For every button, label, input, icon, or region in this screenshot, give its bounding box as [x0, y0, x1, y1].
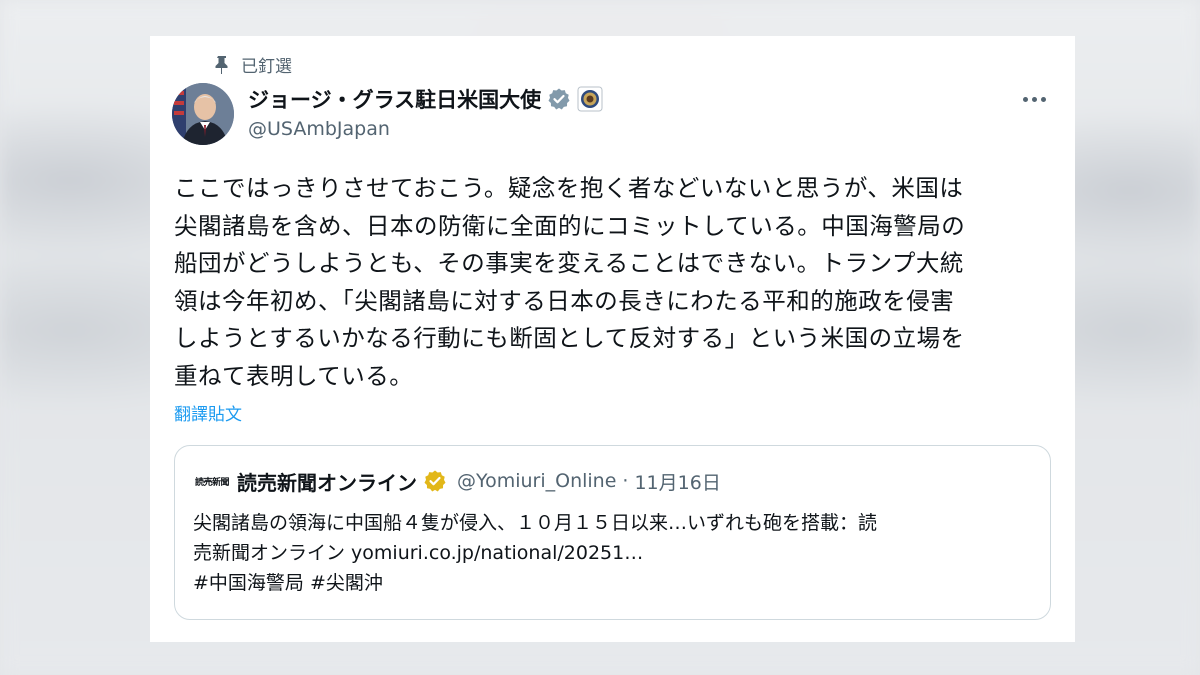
quoted-text-line: 尖閣諸島の領海に中国船４隻が侵入、１０月１５日以来…いずれも砲を搭載：読: [193, 512, 878, 534]
quoted-tweet-text: 尖閣諸島の領海に中国船４隻が侵入、１０月１５日以来…いずれも砲を搭載：読 売新聞…: [193, 508, 1033, 598]
quoted-date: 11月16日: [634, 471, 721, 494]
tweet-text-line: 船団がどうしようとも、その事実を変えることはできない。トランプ大統: [174, 249, 964, 277]
quoted-author-handle: @Yomiuri_Online: [457, 470, 617, 492]
quoted-tweet-header: 読売新聞 読売新聞オンライン @Yomiuri_Online · 11月16日: [193, 466, 721, 496]
pinned-label: 已釘選: [241, 56, 292, 77]
verified-badge-icon: [548, 88, 570, 110]
quoted-text-line: #中国海警局 #尖閣沖: [193, 572, 383, 594]
tweet-card[interactable]: 已釘選 ジョージ・グラス駐日米国大使 @USAmbJapan ここではっきりさせ…: [150, 36, 1075, 642]
yomiuri-logo: 読売新聞: [194, 477, 230, 488]
quoted-author-name: 読売新聞オンライン: [237, 470, 417, 495]
avatar[interactable]: [172, 83, 234, 145]
us-embassy-seal-icon[interactable]: [577, 86, 603, 112]
author-name-row: ジョージ・グラス駐日米国大使: [248, 84, 603, 114]
author-display-name[interactable]: ジョージ・グラス駐日米国大使: [248, 84, 541, 114]
dot-separator: ·: [622, 470, 629, 492]
tweet-text-line: ここではっきりさせておこう。疑念を抱く者などいないと思うが、米国は: [174, 174, 964, 202]
translate-post-link[interactable]: 翻譯貼文: [174, 400, 242, 425]
pin-icon: [215, 56, 228, 74]
tweet-text-line: 重ねて表明している。: [174, 361, 414, 390]
verified-org-badge-icon: [424, 470, 446, 492]
tweet-text-line: しようとするいかなる行動にも断固として反対する」という米国の立場を: [174, 324, 965, 352]
pinned-indicator: 已釘選: [213, 53, 292, 77]
author-handle[interactable]: @USAmbJapan: [248, 118, 390, 140]
tweet-text: ここではっきりさせておこう。疑念を抱く者などいないと思うが、米国は 尖閣諸島を含…: [174, 170, 1054, 395]
more-options-icon[interactable]: [1019, 89, 1049, 109]
avatar-photo: [172, 83, 234, 145]
quoted-tweet[interactable]: 読売新聞 読売新聞オンライン @Yomiuri_Online · 11月16日 …: [174, 445, 1051, 620]
quoted-text-line: 売新聞オンライン yomiuri.co.jp/national/20251…: [193, 542, 644, 564]
tweet-text-line: 尖閣諸島を含め、日本の防衛に全面的にコミットしている。中国海警局の: [174, 211, 966, 240]
tweet-text-line: 領は今年初め、「尖閣諸島に対する日本の長きにわたる平和的施政を侵害: [174, 286, 955, 315]
